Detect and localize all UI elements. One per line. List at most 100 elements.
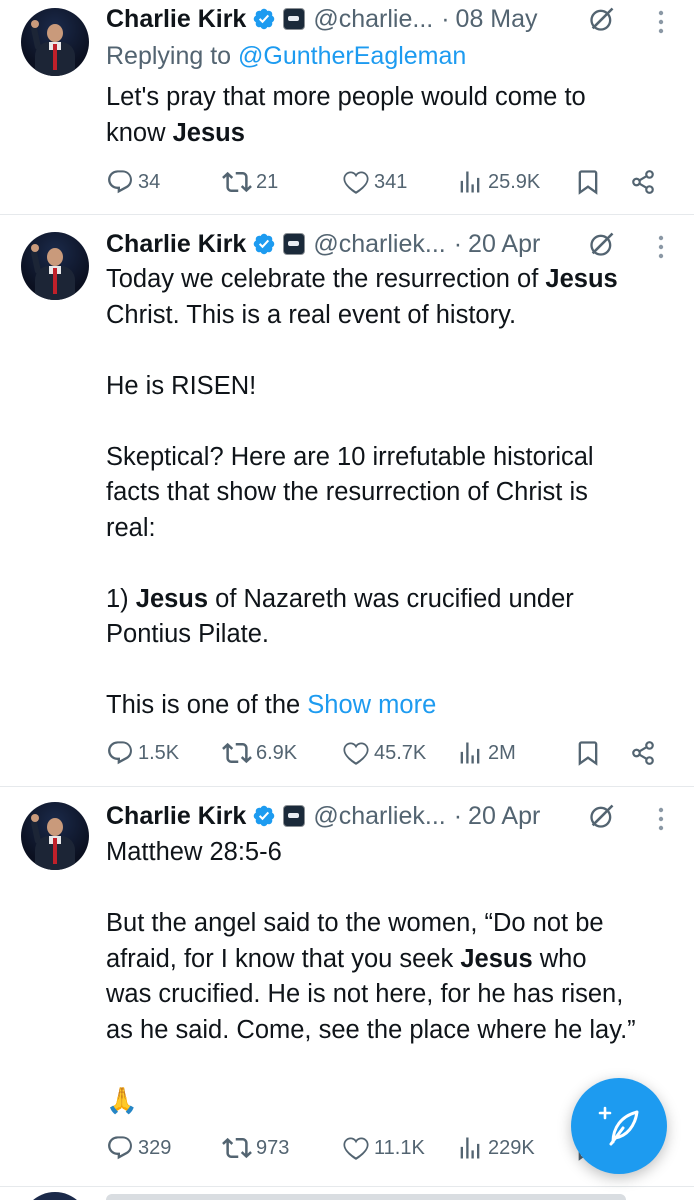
tweet-date[interactable]: 20 Apr [468,230,540,259]
grok-icon[interactable] [588,5,616,33]
tweet-actions: 34 21 341 25.9K [104,164,664,200]
tweet-actions: 1.5K 6.9K 45.7K 2M [104,735,664,771]
like-count: 45.7K [374,741,427,764]
avatar[interactable] [21,1192,89,1200]
text-line: 1) Jesus of Nazareth was crucified under [106,584,574,613]
separator-dot: · [441,4,450,33]
repost-icon [222,738,252,768]
repost-button[interactable]: 973 [222,1130,289,1166]
share-icon [630,169,656,195]
bookmark-icon [574,168,602,196]
text-line: real: [106,513,156,542]
share-button[interactable] [630,164,656,200]
reply-button[interactable]: 1.5K [106,735,179,771]
views-button[interactable]: 2M [456,735,516,771]
reply-count: 34 [138,170,161,193]
bookmark-button[interactable] [574,164,602,200]
views-icon [456,739,484,767]
highlighted-term: Jesus [545,265,618,293]
share-icon [630,740,656,766]
repost-count: 973 [256,1136,290,1159]
more-options-icon[interactable] [658,807,664,831]
highlighted-term: Jesus [460,944,533,973]
text-line: Today we celebrate the resurrection of J… [106,265,618,293]
views-icon [456,168,484,196]
replying-to: Replying to @GuntherEagleman [106,42,466,71]
share-button[interactable] [630,735,656,771]
verified-badge-icon [252,7,276,31]
separator-dot: · [453,801,463,830]
grok-icon[interactable] [588,230,616,258]
heart-icon [342,1134,370,1162]
organization-badge-icon[interactable] [283,8,306,30]
bookmark-icon [574,739,602,767]
avatar[interactable] [21,232,89,300]
text-line: know Jesus [106,118,245,147]
text-line: was crucified. He is not here, for he ha… [106,980,624,1008]
reply-icon [106,168,134,196]
next-tweet-peek[interactable] [0,1188,694,1200]
repost-icon [222,167,252,197]
tweet-date[interactable]: 20 Apr [468,802,540,831]
replying-to-handle[interactable]: @GuntherEagleman [238,42,466,70]
tweet-1[interactable]: Charlie Kirk @charlie... · 08 May Replyi… [0,0,694,212]
like-button[interactable]: 341 [342,164,407,200]
views-button[interactable]: 25.9K [456,164,540,200]
view-count: 2M [488,741,516,764]
avatar[interactable] [21,802,89,870]
repost-button[interactable]: 21 [222,164,278,200]
tweet-text: Today we celebrate the resurrection of J… [106,262,676,724]
tweet-text: Let's pray that more people would come t… [106,80,676,151]
author-name[interactable]: Charlie Kirk [106,802,246,831]
more-options-icon[interactable] [658,235,664,259]
repost-button[interactable]: 6.9K [222,735,297,771]
like-count: 11.1K [374,1136,425,1159]
repost-count: 6.9K [256,741,298,764]
like-button[interactable]: 45.7K [342,735,426,771]
compose-post-button[interactable] [571,1078,667,1174]
organization-badge-icon[interactable] [283,805,306,827]
author-handle[interactable]: @charlie... [313,5,433,34]
tweet-header: Charlie Kirk @charlie... · 08 May [106,2,538,36]
highlighted-term: Jesus [135,584,209,613]
reply-count: 329 [138,1136,172,1159]
text-line: Pontius Pilate. [106,620,270,648]
text-line: This is one of the Show more [106,691,437,719]
reply-button[interactable]: 34 [106,164,160,200]
compose-post-icon [598,1106,639,1146]
author-handle[interactable]: @charliek... [313,230,445,259]
separator-dot: · [453,229,463,258]
views-button[interactable]: 229K [456,1130,535,1166]
text-line: Let's pray that more people would come t… [106,83,586,111]
author-name[interactable]: Charlie Kirk [106,5,246,34]
like-count: 341 [374,170,408,193]
more-options-icon[interactable] [658,10,664,34]
text-line: Christ. This is a real event of history. [106,300,517,329]
show-more-link[interactable]: Show more [307,691,436,719]
author-name[interactable]: Charlie Kirk [106,230,246,259]
reply-icon [106,1134,134,1162]
like-button[interactable]: 11.1K [342,1130,425,1166]
grok-icon[interactable] [588,802,616,830]
text-line: Matthew 28:5-6 [106,838,282,866]
tweet-date[interactable]: 08 May [456,5,538,34]
text-line: as he said. Come, see the place where he… [106,1015,636,1044]
heart-icon [342,739,370,767]
reply-button[interactable]: 329 [106,1130,171,1166]
replying-prefix: Replying to [106,42,232,70]
heart-icon [342,168,370,196]
tweet-text: Matthew 28:5-6 But the angel said to the… [106,835,676,1119]
bookmark-button[interactable] [574,735,602,771]
text-line: Skeptical? Here are 10 irrefutable histo… [106,442,594,471]
text-line: But the angel said to the women, “Do not… [106,909,604,937]
text-line: facts that show the resurrection of Chri… [106,478,588,506]
avatar[interactable] [21,8,89,76]
reply-count: 1.5K [138,741,180,764]
author-handle[interactable]: @charliek... [313,802,445,831]
text-line: afraid, for I know that you seek Jesus w… [106,944,587,973]
highlighted-term: Jesus [172,118,245,147]
organization-badge-icon[interactable] [283,233,306,255]
text-line: He is RISEN! [106,371,257,400]
tweet-2[interactable]: Charlie Kirk @charliek... · 20 Apr Today… [0,215,694,785]
tweet-header: Charlie Kirk @charliek... · 20 Apr [106,799,540,833]
